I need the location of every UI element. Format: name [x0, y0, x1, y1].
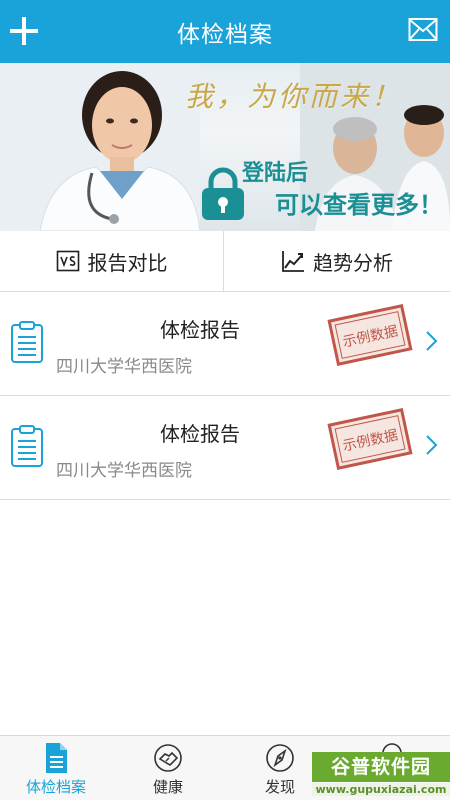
nav-label: 体检档案 [25, 778, 86, 796]
trend-analysis-label: 趋势分析 [313, 250, 393, 275]
doctor-illustration [0, 63, 200, 231]
report-list-item[interactable]: 体检报告 四川大学华西医院 示例数据 [0, 396, 450, 500]
clipboard-icon [11, 425, 43, 467]
banner-login-subtext: 可以查看更多！ [275, 191, 443, 219]
sample-data-stamp: 示例数据 [327, 408, 413, 470]
login-banner[interactable]: 我，为你而来！ 登陆后 可以查看更多！ [0, 63, 450, 231]
action-tabs: 报告对比 趋势分析 [0, 231, 450, 292]
nav-item-health[interactable]: 健康 [123, 736, 213, 800]
nav-item-checkup-records[interactable]: 体检档案 [11, 736, 101, 800]
compare-reports-label: 报告对比 [87, 250, 168, 275]
report-hospital: 四川大学华西医院 [56, 461, 192, 481]
trend-chart-icon [282, 251, 304, 272]
nav-label: 健康 [152, 778, 183, 796]
chevron-right-icon[interactable] [424, 434, 438, 456]
chevron-right-icon[interactable] [424, 330, 438, 352]
clipboard-icon [11, 321, 43, 363]
report-title: 体检报告 [160, 422, 240, 446]
sample-data-stamp: 示例数据 [327, 304, 413, 366]
document-icon [46, 743, 67, 773]
mail-icon[interactable] [408, 17, 438, 43]
lock-icon [202, 167, 244, 220]
trend-analysis-button[interactable]: 趋势分析 [225, 231, 449, 291]
banner-login-text: 登陆后 [242, 161, 309, 186]
watermark: 谷普软件园 www.gupuxiazai.com [312, 752, 450, 800]
top-bar: 体检档案 [0, 0, 450, 63]
page-title: 体检档案 [177, 22, 273, 48]
vs-icon [56, 250, 79, 272]
watermark-url: www.gupuxiazai.com [312, 783, 450, 796]
banner-slogan: 我，为你而来！ [185, 80, 403, 113]
report-list-item[interactable]: 体检报告 四川大学华西医院 示例数据 [0, 292, 450, 396]
app-root: 体检档案 我，为你而来！ 登陆后 可以查看更多！ 报告对比 趋势分析 体检报告 … [0, 0, 450, 800]
handshake-icon [154, 744, 182, 772]
compare-reports-button[interactable]: 报告对比 [0, 231, 224, 291]
watermark-text: 谷普软件园 [312, 752, 450, 782]
compass-icon [266, 744, 294, 772]
report-hospital: 四川大学华西医院 [56, 357, 192, 377]
report-title: 体检报告 [160, 318, 240, 342]
